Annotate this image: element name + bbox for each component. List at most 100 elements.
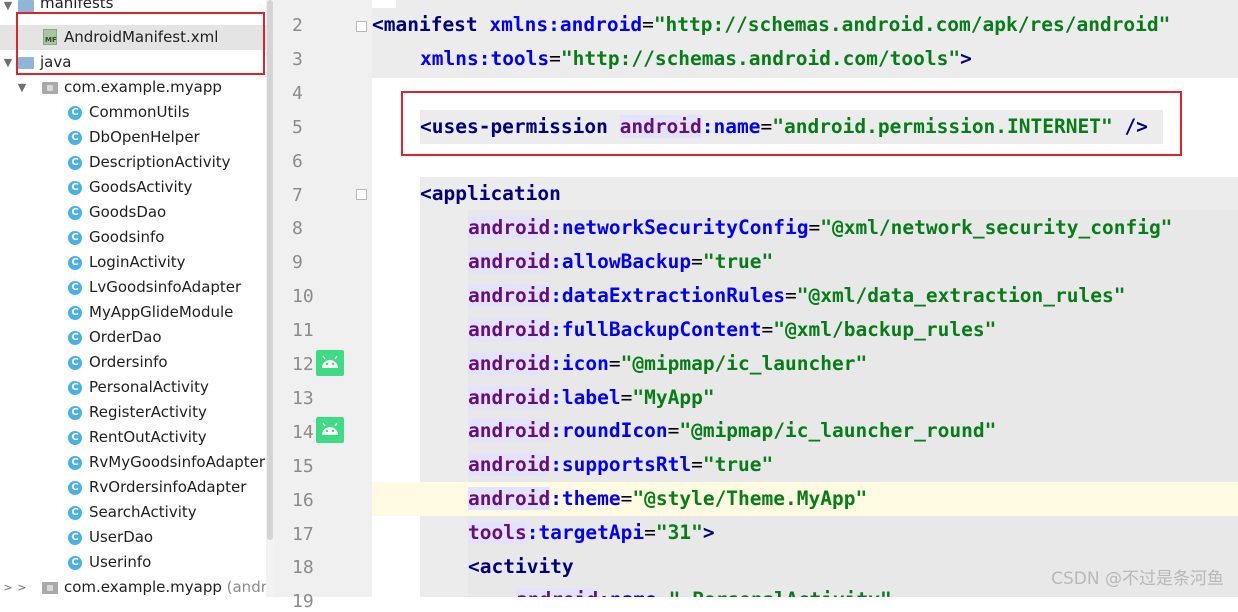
token-eq: = <box>608 351 621 375</box>
code-line-9: android:allowBackup="true" <box>468 245 773 279</box>
tree-item-label: Ordersinfo <box>89 353 168 371</box>
token-attr: :label <box>550 385 621 409</box>
tree-item-class[interactable]: C UserDao <box>0 525 266 550</box>
tree-item-label: RegisterActivity <box>89 403 207 421</box>
tree-item-label: RvOrdersinfoAdapter <box>89 478 247 496</box>
tree-item-label: com.example.myapp <box>64 578 222 596</box>
token-namespace: android <box>468 453 551 477</box>
class-icon: C <box>68 181 82 195</box>
token-eq: = <box>644 521 656 544</box>
tree-item-class[interactable]: C PersonalActivity <box>0 375 266 400</box>
fold-marker-icon[interactable] <box>356 21 367 32</box>
code-editor[interactable]: <manifest xmlns: android = "http://schemas.… <box>372 0 1238 597</box>
tree-item-label: LoginActivity <box>89 253 186 271</box>
token-attr: :roundIcon <box>550 419 668 443</box>
tree-item-package-androidtest[interactable]: > > com.example.myapp (androidTest) <box>0 575 266 597</box>
class-icon: C <box>68 431 82 445</box>
token-value: "MyApp" <box>632 385 715 409</box>
tree-scrollbar-thumb[interactable] <box>267 0 273 540</box>
token-attr: :dataExtractionRules <box>550 283 785 307</box>
token-value: "@mipmap/ic_launcher_round" <box>679 419 997 443</box>
class-icon: C <box>68 206 82 220</box>
tree-item-class[interactable]: C GoodsActivity <box>0 175 266 200</box>
android-round-icon[interactable] <box>316 417 344 443</box>
tree-scrollbar[interactable] <box>266 0 274 597</box>
token-eq: = <box>657 588 669 597</box>
tree-item-class[interactable]: C CommonUtils <box>0 100 266 125</box>
class-icon: C <box>68 456 82 470</box>
tree-item-class[interactable]: C GoodsDao <box>0 200 266 225</box>
line-number: 19 <box>292 591 314 612</box>
fold-marker-icon[interactable] <box>356 189 367 200</box>
token-attr: :fullBackupContent <box>550 317 762 341</box>
token-value: "@xml/data_extraction_rules" <box>796 283 1126 307</box>
tree-item-label: DbOpenHelper <box>89 128 200 146</box>
tree-item-class[interactable]: C Ordersinfo <box>0 350 266 375</box>
token-value: "true" <box>702 453 774 477</box>
class-icon: C <box>68 556 82 570</box>
tree-item-label: PersonalActivity <box>89 378 209 396</box>
tree-item-class[interactable]: C SearchActivity <box>0 500 266 525</box>
tree-item-class[interactable]: C DbOpenHelper <box>0 125 266 150</box>
token-attr: tools <box>490 47 550 70</box>
chevron-right-icon[interactable]: > <box>16 581 28 594</box>
class-icon: C <box>68 131 82 145</box>
line-number: 3 <box>292 48 303 70</box>
tree-item-class[interactable]: C LoginActivity <box>0 250 266 275</box>
token-namespace: android <box>468 385 551 409</box>
token-namespace: android <box>468 249 551 273</box>
class-icon: C <box>68 306 82 320</box>
tree-item-class[interactable]: C MyAppGlideModule <box>0 300 266 325</box>
tree-item-label: LvGoodsinfoAdapter <box>89 278 242 296</box>
token-attr: :icon <box>550 351 609 375</box>
line-number: 17 <box>292 523 314 545</box>
tree-item-class[interactable]: C OrderDao <box>0 325 266 350</box>
token-value: "@mipmap/ic_launcher" <box>620 351 868 375</box>
line-number: 16 <box>292 489 314 511</box>
project-tree: ▼ manifests MF AndroidManifest.xml ▼ jav… <box>0 0 266 597</box>
token-tag: > <box>702 521 715 544</box>
android-launcher-icon[interactable] <box>316 350 344 376</box>
code-line-3: xmlns:tools="http://schemas.android.com/… <box>420 42 972 76</box>
token-tag: <manifest <box>372 13 478 36</box>
token-tag: <application <box>420 182 561 205</box>
code-line-13: android:label="MyApp" <box>468 381 715 415</box>
line-number: 9 <box>292 252 303 274</box>
class-icon: C <box>68 381 82 395</box>
token-eq: = <box>667 419 680 443</box>
tree-item-class[interactable]: C RegisterActivity <box>0 400 266 425</box>
line-number: 4 <box>292 82 303 104</box>
line-number: 11 <box>292 320 314 342</box>
token-attr: :name <box>598 588 657 597</box>
token-value: "31" <box>655 521 703 544</box>
code-line-17: tools:targetApi="31"> <box>468 516 715 550</box>
line-number: 2 <box>292 15 303 36</box>
tree-item-label: RentOutActivity <box>89 428 207 446</box>
tree-item-label: GoodsActivity <box>89 178 193 196</box>
chevron-down-icon[interactable]: ▼ <box>2 0 14 12</box>
chevron-down-icon[interactable]: ▼ <box>2 56 14 69</box>
tree-item-class[interactable]: C RvOrdersinfoAdapter <box>0 475 266 500</box>
chevron-down-icon[interactable]: ▼ <box>16 81 28 94</box>
code-line-19: android:name=".PersonalActivity" <box>516 583 892 597</box>
tree-item-class[interactable]: C LvGoodsinfoAdapter <box>0 275 266 300</box>
token-value: "true" <box>702 249 774 273</box>
token-namespace: android <box>468 351 551 375</box>
code-line-12: android:icon="@mipmap/ic_launcher" <box>468 347 867 381</box>
token-colon: : <box>548 13 560 36</box>
token-attr: :supportsRtl <box>550 453 692 477</box>
class-icon: C <box>68 506 82 520</box>
class-icon: C <box>68 106 82 120</box>
tree-item-class[interactable]: C DescriptionActivity <box>0 150 266 175</box>
tree-item-class[interactable]: C RvMyGoodsinfoAdapter <box>0 450 266 475</box>
tree-item-class[interactable]: C Userinfo <box>0 550 266 575</box>
chevron-right-icon[interactable]: > <box>2 581 14 594</box>
tree-item-package[interactable]: ▼ com.example.myapp <box>0 75 266 100</box>
class-icon: C <box>68 281 82 295</box>
tree-item-class[interactable]: C Goodsinfo <box>0 225 266 250</box>
token-value: "http://schemas.android.com/apk/res/andr… <box>653 13 1171 36</box>
line-number: 13 <box>292 387 314 409</box>
token-attr: xmlns <box>489 13 549 36</box>
token-eq: = <box>785 283 797 307</box>
tree-item-class[interactable]: C RentOutActivity <box>0 425 266 450</box>
